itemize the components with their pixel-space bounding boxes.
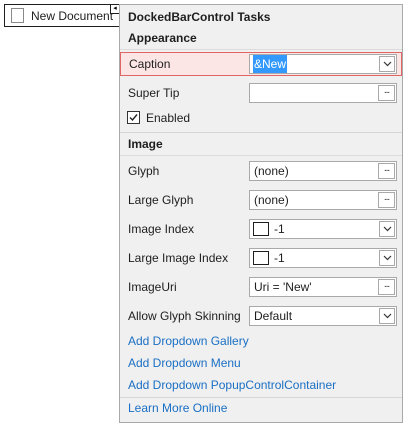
new-document-bar-item[interactable]: New Document: [4, 4, 120, 27]
large-image-index-value: -1: [274, 251, 285, 265]
large-image-index-label: Large Image Index: [128, 251, 229, 265]
glyph-ellipsis-button[interactable]: ...: [378, 163, 395, 179]
large-image-index-dropdown-button[interactable]: [379, 250, 395, 266]
image-index-value: -1: [274, 222, 285, 236]
document-icon: [11, 8, 24, 23]
caption-row: Caption &New: [120, 52, 402, 76]
learn-more-divider: [120, 397, 402, 398]
image-uri-field[interactable]: Uri = 'New' ...: [249, 277, 397, 297]
chevron-down-icon: [383, 255, 391, 261]
add-dropdown-gallery-link[interactable]: Add Dropdown Gallery: [128, 333, 249, 349]
image-preview-swatch: [253, 222, 269, 236]
large-glyph-value: (none): [254, 193, 289, 207]
image-divider: [120, 132, 402, 133]
tasks-panel: DockedBarControl Tasks Appearance Captio…: [119, 4, 403, 423]
chevron-down-icon: [383, 226, 391, 232]
image-uri-label: ImageUri: [128, 280, 177, 294]
glyph-label: Glyph: [128, 164, 160, 178]
image-index-label: Image Index: [128, 222, 195, 236]
image-index-row: Image Index -1: [120, 217, 402, 241]
enabled-label: Enabled: [146, 111, 191, 125]
checkmark-icon: [129, 114, 138, 122]
enabled-checkbox[interactable]: [127, 111, 140, 124]
allow-glyph-skinning-value: Default: [254, 309, 293, 323]
add-dropdown-popup-container-link[interactable]: Add Dropdown PopupControlContainer: [128, 377, 336, 393]
chevron-down-icon: [383, 61, 391, 67]
appearance-section-header: Appearance: [128, 31, 197, 45]
bar-item-caption: New Document: [31, 8, 114, 23]
super-tip-field[interactable]: ...: [249, 83, 397, 103]
large-glyph-ellipsis-button[interactable]: ...: [378, 192, 395, 208]
allow-glyph-skinning-combo[interactable]: Default: [249, 306, 397, 326]
add-dropdown-menu-link[interactable]: Add Dropdown Menu: [128, 355, 241, 371]
enabled-row: Enabled: [120, 106, 402, 130]
large-glyph-label: Large Glyph: [128, 193, 194, 207]
glyph-value: (none): [254, 164, 289, 178]
image-uri-value: Uri = 'New': [254, 280, 312, 294]
large-image-index-combo[interactable]: -1: [249, 248, 397, 268]
caption-value: &New: [253, 55, 288, 73]
panel-title: DockedBarControl Tasks: [128, 10, 271, 24]
allow-glyph-skinning-label: Allow Glyph Skinning: [128, 309, 241, 323]
caption-combo[interactable]: &New: [249, 54, 397, 74]
large-image-preview-swatch: [253, 251, 269, 265]
chevron-down-icon: [383, 313, 391, 319]
allow-glyph-skinning-row: Allow Glyph Skinning Default: [120, 304, 402, 328]
appearance-divider: [120, 49, 402, 50]
allow-glyph-skinning-dropdown-button[interactable]: [379, 308, 395, 324]
super-tip-row: Super Tip ...: [120, 81, 402, 105]
super-tip-label: Super Tip: [128, 86, 180, 100]
caption-dropdown-button[interactable]: [379, 56, 395, 72]
caption-label: Caption: [129, 57, 171, 71]
glyph-row: Glyph (none) ...: [120, 159, 402, 183]
image-uri-row: ImageUri Uri = 'New' ...: [120, 275, 402, 299]
large-glyph-row: Large Glyph (none) ...: [120, 188, 402, 212]
image-header-divider: [120, 155, 402, 156]
learn-more-online-link[interactable]: Learn More Online: [128, 400, 227, 416]
image-uri-ellipsis-button[interactable]: ...: [378, 279, 395, 295]
image-index-combo[interactable]: -1: [249, 219, 397, 239]
image-index-dropdown-button[interactable]: [379, 221, 395, 237]
large-glyph-field[interactable]: (none) ...: [249, 190, 397, 210]
large-image-index-row: Large Image Index -1: [120, 246, 402, 270]
image-section-header: Image: [128, 137, 163, 151]
glyph-field[interactable]: (none) ...: [249, 161, 397, 181]
super-tip-ellipsis-button[interactable]: ...: [378, 85, 395, 101]
